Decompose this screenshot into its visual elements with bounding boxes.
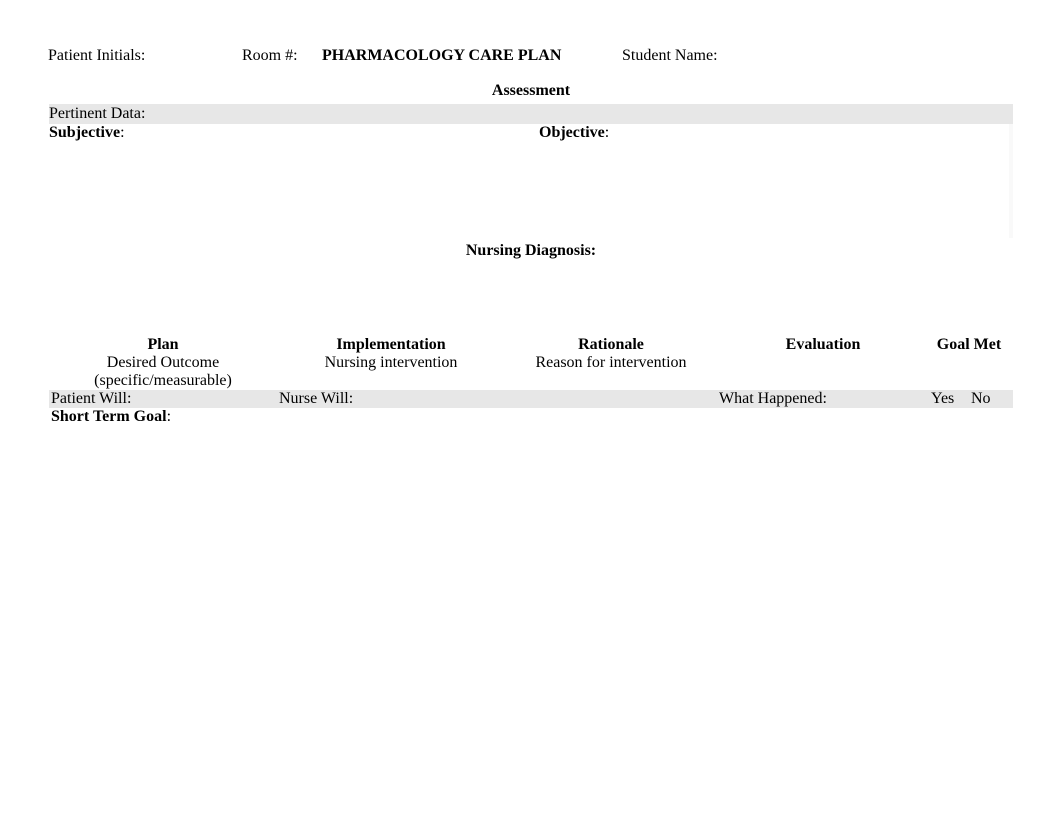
subjective-body [49, 142, 539, 238]
plan-heading: Plan [51, 336, 275, 354]
what-happened-label: What Happened: [717, 390, 929, 408]
room-number-label: Room #: [242, 47, 322, 65]
goal-no-body-cell [933, 408, 937, 728]
nurse-will-label: Nurse Will: [277, 390, 505, 408]
goal-met-column-header: Goal Met [929, 336, 1009, 390]
implementation-column-header: Implementation Nursing intervention [277, 336, 505, 390]
plan-body-row: Short Term Goal: [49, 408, 1013, 728]
nursing-diagnosis-heading: Nursing Diagnosis: [49, 238, 1013, 264]
objective-label: Objective [539, 124, 605, 141]
patient-initials-label: Patient Initials: [48, 47, 242, 65]
evaluation-column-header: Evaluation [717, 336, 929, 390]
plan-sub2: (specific/measurable) [51, 372, 275, 390]
plan-section: Plan Desired Outcome (specific/measurabl… [48, 335, 1014, 729]
rationale-subhead-blank [505, 390, 717, 408]
evaluation-heading: Evaluation [719, 336, 927, 354]
plan-column-header: Plan Desired Outcome (specific/measurabl… [49, 336, 277, 390]
goal-yes-label: Yes [929, 390, 969, 408]
rationale-sub: Reason for intervention [507, 354, 715, 372]
page-title: PHARMACOLOGY CARE PLAN [322, 47, 622, 65]
evaluation-body-cell [717, 408, 929, 728]
assessment-section: Assessment Pertinent Data: Subjective: O… [48, 77, 1014, 315]
rationale-body-cell [505, 408, 717, 728]
objective-body [539, 142, 1009, 238]
spacer [48, 315, 1014, 335]
plan-body-cell: Short Term Goal: [49, 408, 277, 728]
pertinent-data-label: Pertinent Data: [49, 104, 1013, 124]
rationale-heading: Rationale [507, 336, 715, 354]
goal-no-label: No [969, 390, 1009, 408]
header-row: Patient Initials: Room #: PHARMACOLOGY C… [48, 47, 1014, 65]
subjective-label: Subjective [49, 124, 120, 141]
objective-cell: Objective: [539, 124, 1009, 238]
implementation-heading: Implementation [279, 336, 503, 354]
plan-sub1: Desired Outcome [51, 354, 275, 372]
goal-met-heading: Goal Met [931, 336, 1007, 354]
short-term-goal-label: Short Term Goal [51, 408, 167, 425]
plan-header-row: Plan Desired Outcome (specific/measurabl… [49, 336, 1013, 390]
assessment-heading: Assessment [49, 78, 1013, 104]
rationale-column-header: Rationale Reason for intervention [505, 336, 717, 390]
nursing-diagnosis-body [49, 264, 1013, 314]
plan-subheader-row: Patient Will: Nurse Will: What Happened:… [49, 390, 1013, 408]
implementation-body-cell [277, 408, 505, 728]
patient-will-label: Patient Will: [49, 390, 277, 408]
subjective-cell: Subjective: [49, 124, 539, 238]
implementation-sub: Nursing intervention [279, 354, 503, 372]
subjective-objective-row: Subjective: Objective: [49, 124, 1013, 238]
student-name-label: Student Name: [622, 47, 882, 65]
